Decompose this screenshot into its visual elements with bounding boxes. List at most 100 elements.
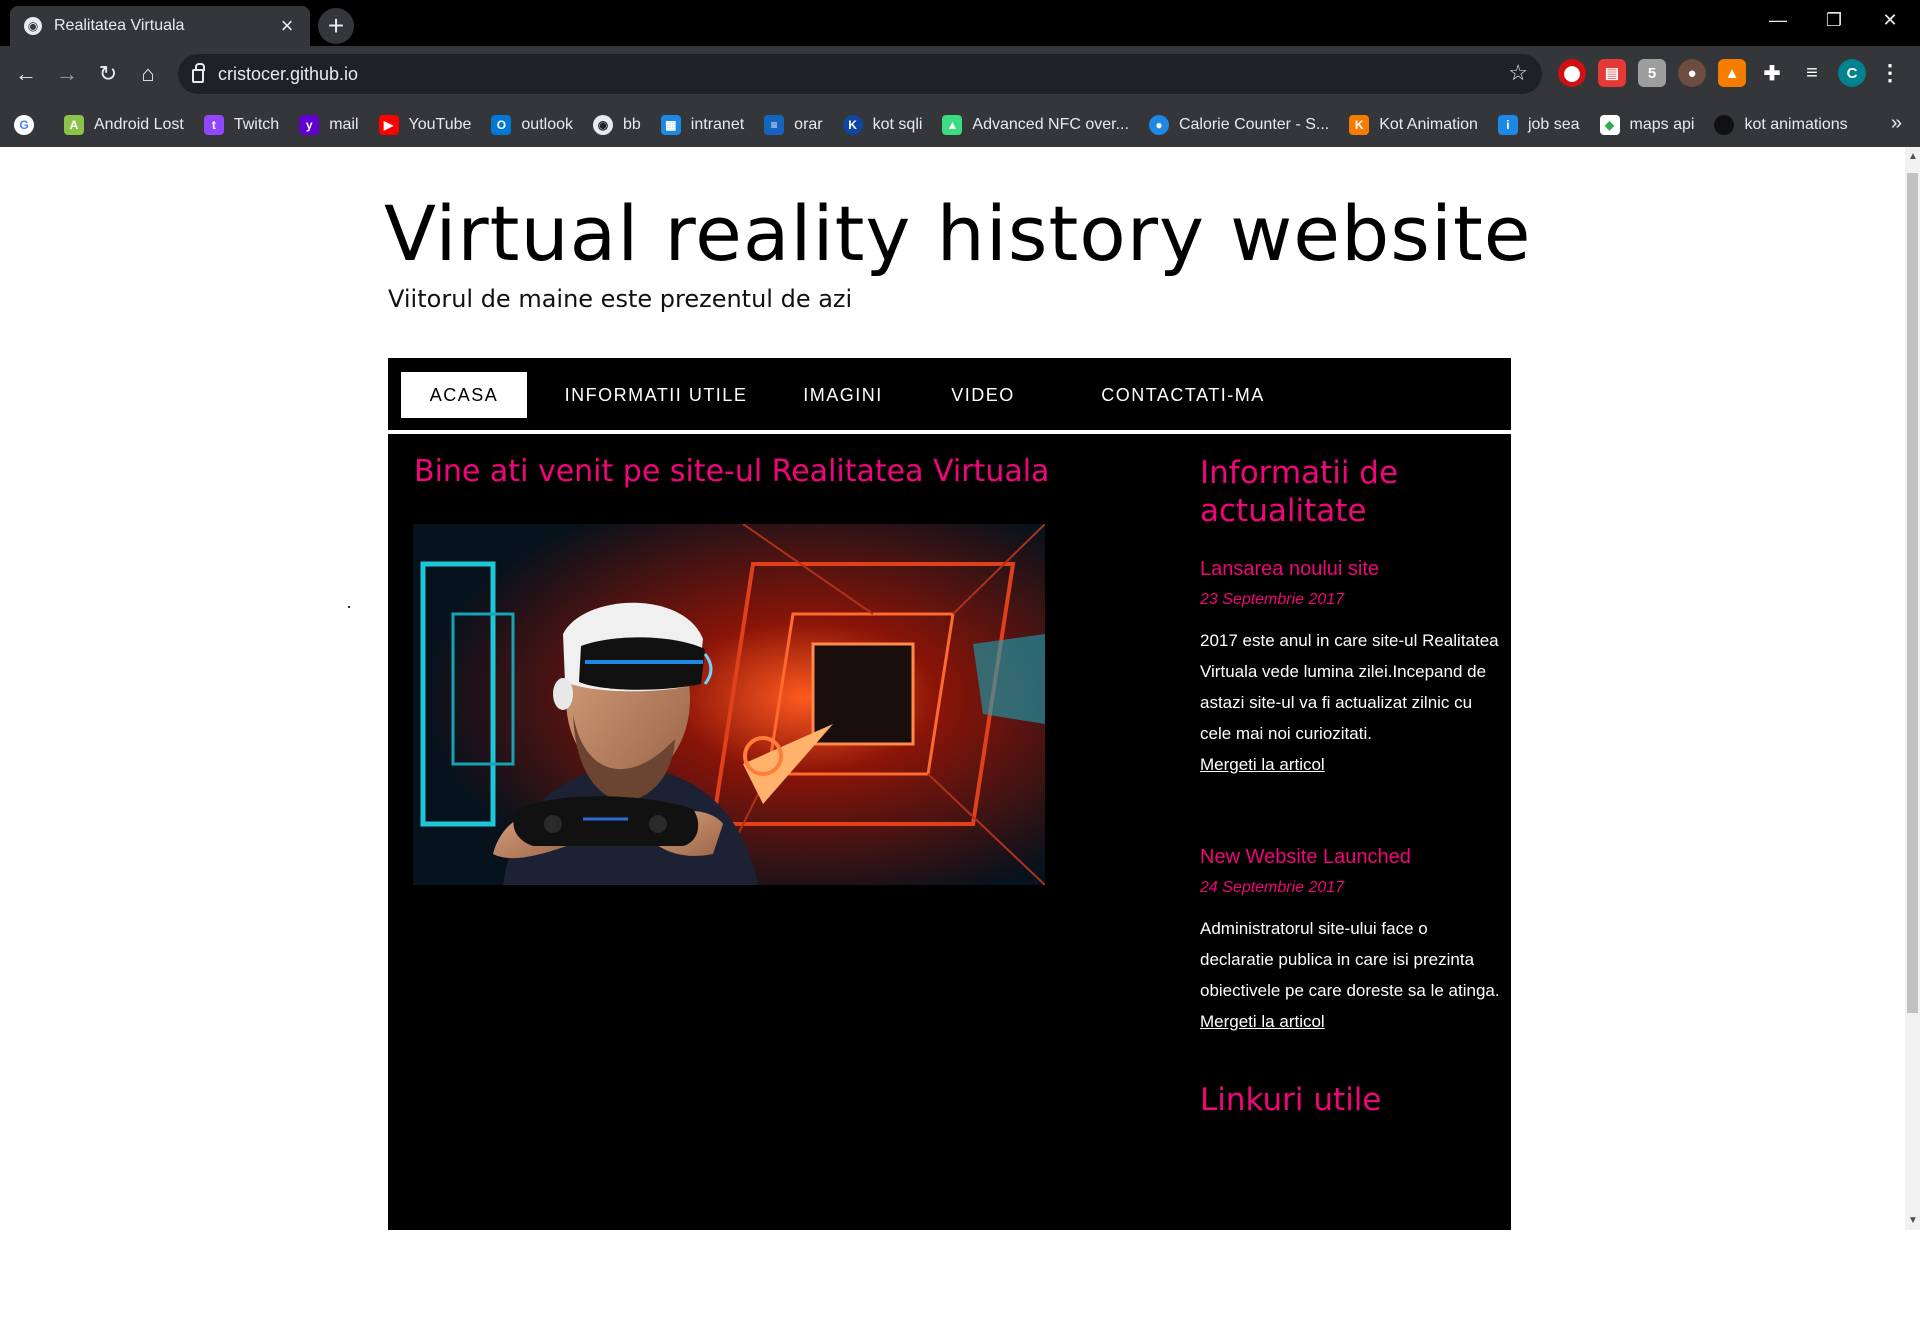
- minimize-icon[interactable]: —: [1750, 0, 1806, 40]
- adblock-extension-icon[interactable]: ⬤: [1558, 59, 1586, 87]
- kot-icon: K: [842, 114, 863, 135]
- stray-dot: [348, 606, 350, 608]
- maps-icon: ◆: [1599, 114, 1620, 135]
- nav-imagini[interactable]: IMAGINI: [788, 372, 898, 418]
- cookie-extension-icon[interactable]: ●: [1678, 59, 1706, 87]
- bookmark-orar[interactable]: ≡ orar: [764, 114, 823, 135]
- bookmark-intranet[interactable]: ▦ intranet: [660, 114, 745, 135]
- news-sidebar: Informatii de actualitate Lansarea noulu…: [1200, 454, 1500, 1119]
- bookmark-maps-api[interactable]: ◆ maps api: [1599, 114, 1695, 135]
- bookmark-kot-animation[interactable]: K Kot Animation: [1349, 114, 1478, 135]
- content-area: Bine ati venit pe site-ul Realitatea Vir…: [388, 434, 1511, 1230]
- tab-strip: ◉ Realitatea Virtuala × + — ❐ ✕: [0, 0, 1920, 46]
- restore-icon[interactable]: ❐: [1806, 0, 1862, 40]
- bookmark-label: outlook: [521, 115, 573, 133]
- bookmark-label: Twitch: [233, 115, 280, 133]
- scrollbar-thumb[interactable]: [1907, 173, 1918, 1013]
- reading-list-icon[interactable]: ≡: [1798, 59, 1826, 87]
- tab-title: Realitatea Virtuala: [54, 17, 185, 34]
- calorie-icon: ●: [1148, 114, 1169, 135]
- page-scrollbar[interactable]: ▲ ▼: [1905, 147, 1920, 1230]
- nav-informatii-utile[interactable]: INFORMATII UTILE: [558, 372, 754, 418]
- bookmark-label: bb: [623, 115, 641, 133]
- google-bookmark[interactable]: G: [14, 114, 44, 135]
- bookmarks-bar: G A Android Lost t Twitch y mail ▶ YouTube O…: [0, 102, 1920, 147]
- bookmark-label: maps api: [1629, 115, 1695, 133]
- bookmark-label: intranet: [690, 115, 745, 133]
- nav-video[interactable]: VIDEO: [928, 372, 1038, 418]
- bookmark-android-lost[interactable]: A Android Lost: [64, 114, 184, 135]
- close-tab-icon[interactable]: ×: [276, 13, 298, 39]
- bookmark-label: Advanced NFC over...: [972, 115, 1129, 133]
- globe-icon: ◉: [24, 17, 42, 35]
- bookmark-label: kot sqli: [872, 115, 923, 133]
- close-window-icon[interactable]: ✕: [1862, 0, 1918, 40]
- browser-toolbar: ← → ↻ ⌂ cristocer.github.io ☆ ⬤ ▤ 5 ● ▲ …: [0, 46, 1920, 102]
- forward-icon[interactable]: →: [51, 58, 83, 90]
- info-icon: i: [1497, 114, 1518, 135]
- extension-icon[interactable]: ▤: [1598, 59, 1626, 87]
- metamask-extension-icon[interactable]: ▲: [1718, 59, 1746, 87]
- orar-icon: ≡: [764, 114, 785, 135]
- bookmark-mail[interactable]: y mail: [299, 114, 359, 135]
- bookmark-bb[interactable]: ◉ bb: [593, 114, 641, 135]
- article-link[interactable]: Mergeti la articol: [1200, 1006, 1500, 1037]
- bookmark-twitch[interactable]: t Twitch: [203, 114, 280, 135]
- nav-acasa[interactable]: ACASA: [401, 372, 527, 418]
- bookmark-star-icon[interactable]: ☆: [1508, 60, 1528, 86]
- bookmark-label: Android Lost: [94, 115, 184, 133]
- article-title: New Website Launched: [1200, 846, 1411, 868]
- reload-icon[interactable]: ↻: [92, 58, 124, 90]
- article-date: 23 Septembrie 2017: [1200, 591, 1345, 608]
- extensions-puzzle-icon[interactable]: ✚: [1758, 59, 1786, 87]
- bookmark-youtube[interactable]: ▶ YouTube: [378, 114, 472, 135]
- bookmark-kot-sqli[interactable]: Kkot sqli: [842, 114, 923, 135]
- article-body: 2017 este anul in care site-ul Realitate…: [1200, 631, 1499, 743]
- bookmark-job-sea[interactable]: i job sea: [1497, 114, 1580, 135]
- vr-hero-image: [413, 524, 1045, 885]
- more-bookmarks-icon[interactable]: »: [1891, 112, 1902, 135]
- html5-extension-icon[interactable]: 5: [1638, 59, 1666, 87]
- web-page: Virtual reality history website Viitorul…: [0, 147, 1905, 1230]
- article-body: Administratorul site-ului face o declara…: [1200, 919, 1500, 1000]
- scroll-down-icon[interactable]: ▼: [1908, 1215, 1918, 1226]
- bookmark-advanced-nfc[interactable]: ▲ Advanced NFC over...: [942, 114, 1129, 135]
- nav-contactati-ma[interactable]: CONTACTATI-MA: [1088, 372, 1278, 418]
- browser-tab[interactable]: ◉ Realitatea Virtuala ×: [10, 6, 310, 46]
- bookmark-label: mail: [329, 115, 359, 133]
- address-bar[interactable]: cristocer.github.io ☆: [178, 54, 1542, 94]
- profile-avatar[interactable]: C: [1838, 59, 1866, 87]
- kotlin-icon: K: [1349, 114, 1370, 135]
- menu-kebab-icon[interactable]: ⋮: [1876, 59, 1904, 87]
- site-title: Virtual reality history website: [384, 189, 1532, 278]
- article-title: Lansarea noului site: [1200, 558, 1380, 580]
- links-heading: Linkuri utile: [1200, 1082, 1382, 1118]
- lock-icon: [192, 63, 205, 83]
- bookmark-label: Calorie Counter - S...: [1178, 115, 1330, 133]
- new-tab-button[interactable]: +: [318, 8, 354, 44]
- bookmark-label: Kot Animation: [1379, 115, 1478, 133]
- welcome-heading: Bine ati venit pe site-ul Realitatea Vir…: [414, 454, 1050, 489]
- outlook-icon: O: [491, 114, 512, 135]
- scroll-up-icon[interactable]: ▲: [1908, 151, 1918, 162]
- yahoo-icon: y: [299, 114, 320, 135]
- bookmark-kot-animations[interactable]: kot animations: [1714, 114, 1848, 135]
- android-dev-icon: ▲: [942, 114, 963, 135]
- android-icon: A: [64, 114, 84, 135]
- bookmark-calorie-counter[interactable]: ● Calorie Counter - S...: [1148, 114, 1330, 135]
- main-nav: ACASA INFORMATII UTILE IMAGINI VIDEO CON…: [388, 358, 1511, 434]
- home-icon[interactable]: ⌂: [132, 58, 164, 90]
- site-tagline: Viitorul de maine este prezentul de azi: [388, 285, 853, 313]
- bookmark-label: kot animations: [1744, 115, 1848, 133]
- back-icon[interactable]: ←: [10, 58, 42, 90]
- article-date: 24 Septembrie 2017: [1200, 879, 1345, 896]
- bookmark-outlook[interactable]: Ooutlook: [491, 114, 573, 135]
- article-link[interactable]: Mergeti la articol: [1200, 749, 1500, 780]
- kot-animations-icon: [1714, 114, 1735, 135]
- bookmark-label: job sea: [1527, 115, 1580, 133]
- url-text: cristocer.github.io: [218, 63, 359, 84]
- youtube-icon: ▶: [378, 114, 399, 135]
- intranet-icon: ▦: [660, 114, 681, 135]
- twitch-icon: t: [203, 114, 224, 135]
- bookmark-label: YouTube: [408, 115, 472, 133]
